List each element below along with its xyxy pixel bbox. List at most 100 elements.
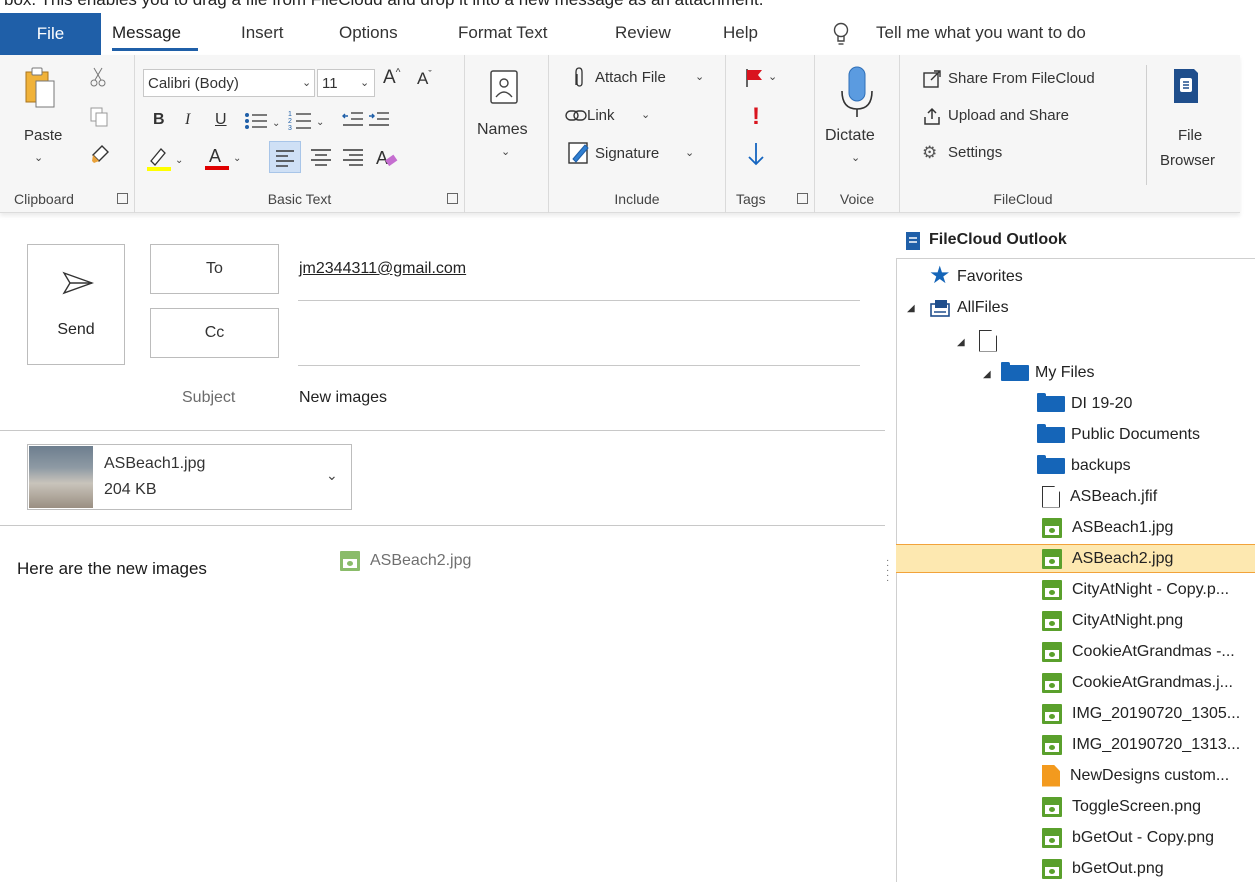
tree-file[interactable]: ASBeach.jfif xyxy=(1042,481,1157,512)
high-importance-icon[interactable]: ! xyxy=(752,103,760,131)
attach-file-button[interactable]: Attach File xyxy=(595,69,666,86)
tab-file[interactable]: File xyxy=(0,13,101,55)
attachment-card[interactable]: ASBeach1.jpg 204 KB ⌄ xyxy=(27,444,352,510)
share-from-filecloud-button[interactable]: Share From FileCloud xyxy=(948,70,1095,87)
basic-text-dialog-launcher[interactable] xyxy=(447,193,458,204)
copy-icon[interactable] xyxy=(90,107,108,127)
font-name-select[interactable]: Calibri (Body) ⌄ xyxy=(143,69,315,97)
tab-message[interactable]: Message xyxy=(112,23,181,43)
tags-dialog-launcher[interactable] xyxy=(797,193,808,204)
underline-icon[interactable]: U xyxy=(215,111,227,129)
file-browser-label-2[interactable]: Browser xyxy=(1160,152,1215,169)
tree-folder[interactable]: Public Documents xyxy=(1037,419,1200,450)
signature-button[interactable]: Signature xyxy=(595,145,659,162)
tab-review[interactable]: Review xyxy=(615,23,671,43)
folder-icon xyxy=(1037,423,1065,443)
attach-file-chevron-icon[interactable]: ⌄ xyxy=(695,70,704,83)
send-button[interactable]: Send xyxy=(27,244,125,365)
tree-file[interactable]: CityAtNight.png xyxy=(1042,605,1183,636)
message-body[interactable]: Here are the new images xyxy=(17,559,207,579)
ribbon: Paste ⌄ Clipboard Calibri (Body) ⌄ 11 ⌄ … xyxy=(0,55,1240,213)
filecloud-divider xyxy=(1146,65,1147,185)
to-button[interactable]: To xyxy=(150,244,279,294)
flag-chevron-icon[interactable]: ⌄ xyxy=(768,70,777,83)
font-color-icon[interactable]: A ⌄ xyxy=(205,143,245,173)
increase-indent-icon[interactable] xyxy=(367,109,391,129)
group-label-clipboard: Clipboard xyxy=(14,191,74,207)
tree-folder[interactable]: DI 19-20 xyxy=(1037,388,1132,419)
grow-font-icon[interactable]: A^ xyxy=(383,67,400,89)
header-divider xyxy=(0,430,885,431)
upload-and-share-button[interactable]: Upload and Share xyxy=(948,107,1069,124)
tree-file[interactable]: CityAtNight - Copy.p... xyxy=(1042,574,1229,605)
clipboard-dialog-launcher[interactable] xyxy=(117,193,128,204)
signature-chevron-icon[interactable]: ⌄ xyxy=(685,146,694,159)
link-chevron-icon[interactable]: ⌄ xyxy=(641,108,650,121)
dictate-chevron-icon[interactable]: ⌄ xyxy=(851,151,860,164)
tree-favorites[interactable]: ★ Favorites xyxy=(929,261,1023,292)
tree-file-selected[interactable]: ASBeach2.jpg xyxy=(1042,543,1173,574)
low-importance-icon[interactable] xyxy=(746,141,766,167)
tree-file[interactable]: bGetOut.png xyxy=(1042,853,1164,884)
settings-button[interactable]: Settings xyxy=(948,144,1002,161)
tree-file[interactable]: ToggleScreen.png xyxy=(1042,791,1201,822)
bullets-icon[interactable]: ⌄ xyxy=(243,111,283,131)
splitter-grip[interactable]: · · · · · xyxy=(886,556,889,586)
tree-file-label: bGetOut.png xyxy=(1072,859,1164,877)
tree-folder[interactable]: backups xyxy=(1037,450,1131,481)
tree-file[interactable]: IMG_20190720_1305... xyxy=(1042,698,1240,729)
tab-options[interactable]: Options xyxy=(339,23,398,43)
file-browser-icon xyxy=(1174,69,1198,103)
expand-myfiles-icon[interactable]: ◢ xyxy=(983,369,991,380)
tree-file[interactable]: NewDesigns custom... xyxy=(1042,760,1229,791)
highlight-color-icon[interactable]: ⌄ xyxy=(147,145,187,173)
cut-icon[interactable] xyxy=(90,67,106,87)
clear-formatting-icon[interactable]: A xyxy=(373,143,401,171)
tree-file[interactable]: ASBeach1.jpg xyxy=(1042,512,1173,543)
font-size-select[interactable]: 11 ⌄ xyxy=(317,69,375,97)
cc-button[interactable]: Cc xyxy=(150,308,279,358)
expand-root-icon[interactable]: ◢ xyxy=(957,337,965,348)
flag-icon[interactable] xyxy=(744,67,766,89)
tree-file[interactable]: CookieAtGrandmas.j... xyxy=(1042,667,1233,698)
names-chevron-icon[interactable]: ⌄ xyxy=(501,145,510,158)
names-button[interactable]: Names xyxy=(477,121,528,139)
subject-field[interactable]: New images xyxy=(299,389,387,407)
dictate-button[interactable]: Dictate xyxy=(825,127,875,145)
tab-insert[interactable]: Insert xyxy=(241,23,284,43)
align-center-icon[interactable] xyxy=(307,143,335,171)
shrink-font-icon[interactable]: Aˇ xyxy=(417,69,432,89)
filecloud-tree-pane[interactable]: ★ Favorites ◢ AllFiles ◢ ◢ My Files DI 1… xyxy=(896,258,1255,882)
attachment-chevron-icon[interactable]: ⌄ xyxy=(326,467,338,484)
decrease-indent-icon[interactable] xyxy=(341,109,365,129)
format-painter-icon[interactable] xyxy=(90,143,112,165)
tree-file[interactable]: CookieAtGrandmas -... xyxy=(1042,636,1235,667)
numbering-icon[interactable]: 123 ⌄ xyxy=(287,109,327,131)
svg-text:⌄: ⌄ xyxy=(272,118,280,129)
tree-file[interactable]: IMG_20190720_1313... xyxy=(1042,729,1240,760)
subject-label: Subject xyxy=(182,389,236,406)
font-name-chevron-icon: ⌄ xyxy=(302,77,312,89)
paste-dropdown-chevron-icon[interactable]: ⌄ xyxy=(34,151,43,164)
align-left-button[interactable] xyxy=(269,141,301,173)
tree-allfiles[interactable]: AllFiles xyxy=(929,292,1009,323)
italic-icon[interactable]: I xyxy=(185,111,190,129)
font-name-value: Calibri (Body) xyxy=(148,75,239,92)
tree-file[interactable]: bGetOut - Copy.png xyxy=(1042,822,1214,853)
align-right-icon[interactable] xyxy=(339,143,367,171)
bold-icon[interactable]: B xyxy=(153,111,165,129)
tree-my-files[interactable]: My Files xyxy=(1001,357,1095,388)
tab-help[interactable]: Help xyxy=(723,23,758,43)
paste-button[interactable]: Paste xyxy=(24,127,62,144)
folder-icon xyxy=(1037,454,1065,474)
tell-me-search[interactable]: Tell me what you want to do xyxy=(876,23,1086,43)
active-tab-indicator xyxy=(112,48,198,51)
link-button[interactable]: Link xyxy=(587,107,615,124)
tab-format-text[interactable]: Format Text xyxy=(458,23,547,43)
microphone-icon xyxy=(841,66,873,117)
cc-field[interactable] xyxy=(299,324,859,360)
tree-root-node[interactable] xyxy=(979,325,997,356)
file-browser-label-1[interactable]: File xyxy=(1178,127,1202,144)
expand-allfiles-icon[interactable]: ◢ xyxy=(907,303,915,314)
to-recipient[interactable]: jm2344311@gmail.com xyxy=(299,260,466,278)
